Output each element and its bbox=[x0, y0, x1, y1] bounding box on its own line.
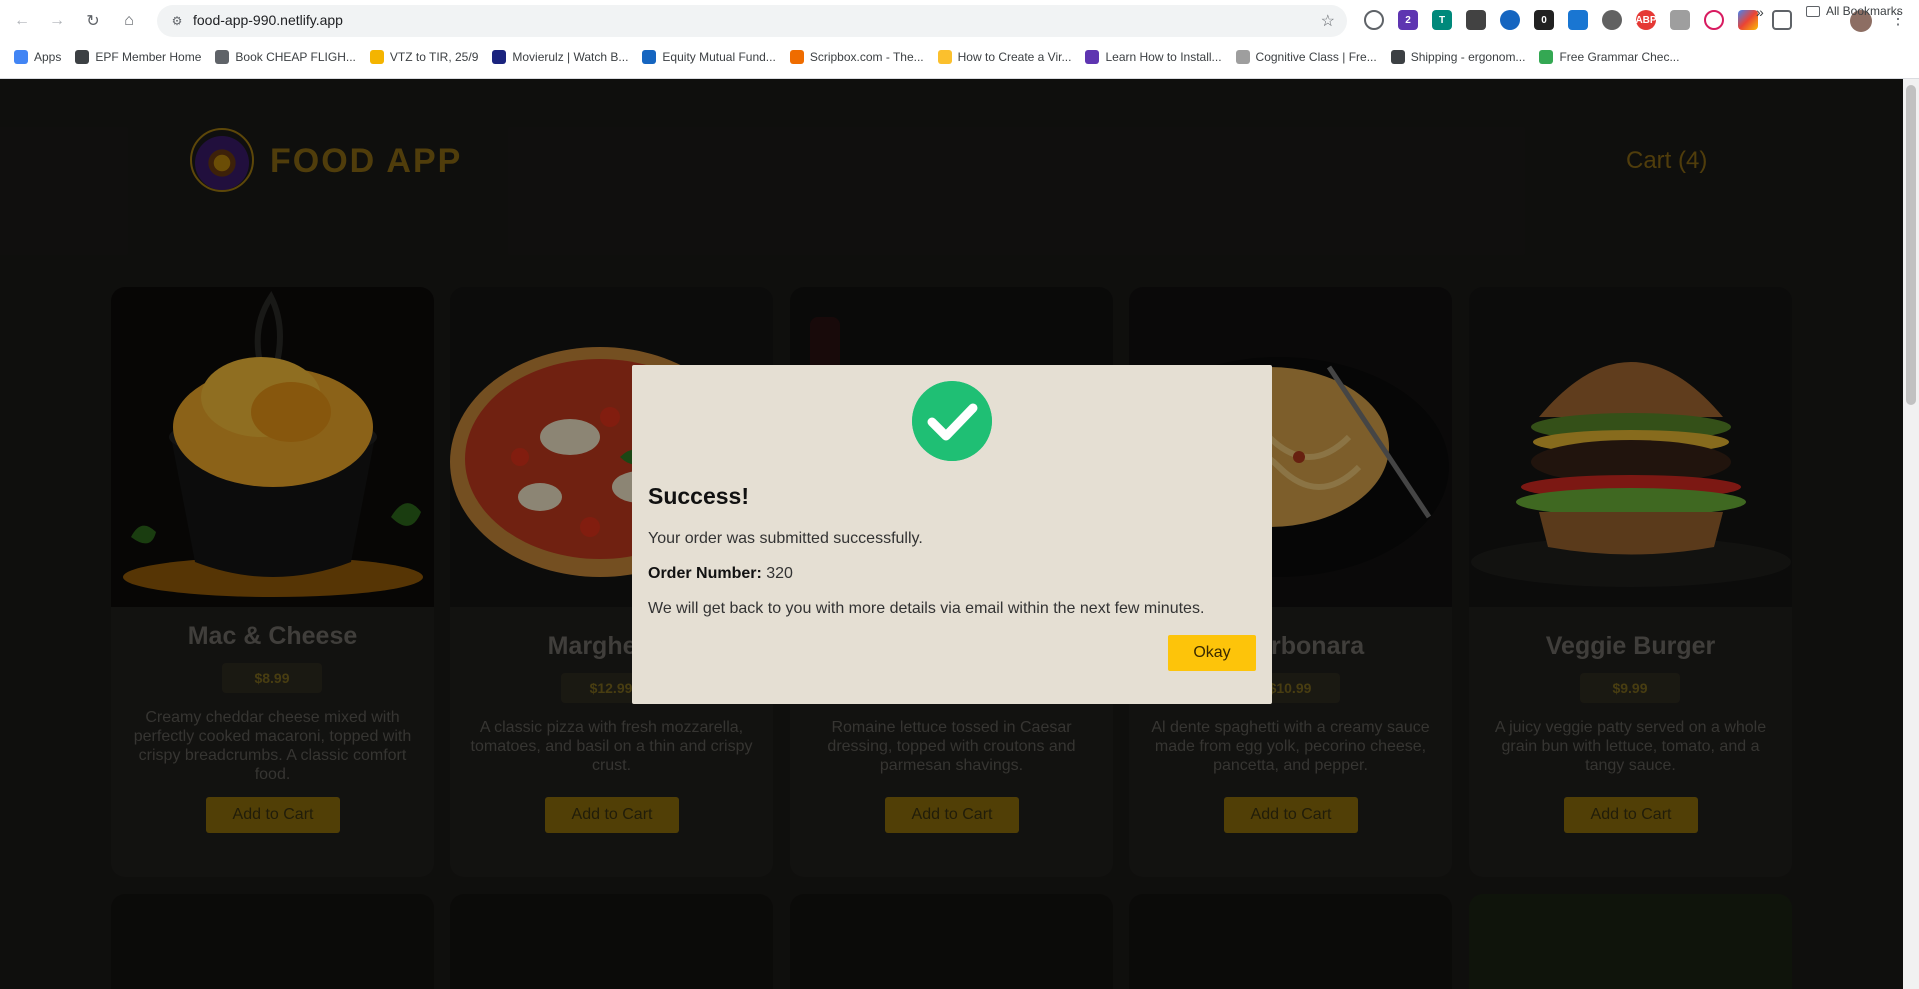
bookmark-item[interactable]: Equity Mutual Fund... bbox=[642, 50, 776, 64]
bookmark-favicon-icon bbox=[937, 50, 952, 64]
address-bar[interactable]: ⚙ food-app-990.netlify.app ☆ bbox=[157, 5, 1347, 37]
extension-icon[interactable]: 0 bbox=[1534, 10, 1554, 30]
bookmark-favicon-icon bbox=[369, 50, 384, 64]
bookmark-item[interactable]: VTZ to TIR, 25/9 bbox=[369, 50, 479, 64]
all-bookmarks[interactable]: All Bookmarks bbox=[1806, 4, 1903, 18]
extension-icon[interactable]: T bbox=[1432, 10, 1452, 30]
bookmark-item[interactable]: Shipping - ergonom... bbox=[1390, 50, 1526, 64]
site-info-icon[interactable]: ⚙ bbox=[169, 13, 185, 29]
bookmark-label: How to Create a Vir... bbox=[957, 50, 1072, 64]
bookmark-favicon-icon bbox=[1539, 50, 1554, 64]
extension-icon[interactable] bbox=[1704, 10, 1724, 30]
order-number-line: Order Number: 320 bbox=[648, 565, 793, 583]
bookmark-item[interactable]: Scripbox.com - The... bbox=[789, 50, 924, 64]
bookmark-item[interactable]: Cognitive Class | Fre... bbox=[1235, 50, 1377, 64]
bookmark-label: VTZ to TIR, 25/9 bbox=[389, 50, 479, 64]
bookmark-item[interactable]: Movierulz | Watch B... bbox=[492, 50, 628, 64]
adblock-icon[interactable]: ABP bbox=[1635, 10, 1657, 30]
grammarly-icon[interactable] bbox=[1364, 10, 1384, 30]
bookmark-label: Movierulz | Watch B... bbox=[512, 50, 629, 64]
success-modal: Success! Your order was submitted succes… bbox=[632, 365, 1272, 704]
extension-icon[interactable]: 2 bbox=[1398, 10, 1418, 30]
bookmark-favicon-icon bbox=[642, 50, 657, 64]
bookmark-item[interactable]: Learn How to Install... bbox=[1085, 50, 1222, 64]
bookmark-favicon-icon bbox=[1390, 50, 1405, 64]
scrollbar-thumb[interactable] bbox=[1906, 85, 1916, 405]
reload-icon[interactable]: ↻ bbox=[81, 9, 105, 33]
forward-icon[interactable]: → bbox=[45, 9, 69, 33]
bookmark-favicon-icon bbox=[492, 50, 507, 64]
bookmark-item[interactable]: Apps bbox=[14, 50, 61, 64]
bookmark-item[interactable]: Free Grammar Chec... bbox=[1539, 50, 1679, 64]
extension-icon[interactable] bbox=[1602, 10, 1622, 30]
bookmark-item[interactable]: Book CHEAP FLIGH... bbox=[215, 50, 356, 64]
bookmark-favicon-icon bbox=[215, 50, 230, 64]
puzzle-icon[interactable] bbox=[1772, 10, 1792, 30]
okay-button[interactable]: Okay bbox=[1168, 635, 1256, 671]
home-icon[interactable]: ⌂ bbox=[117, 9, 141, 33]
bookmark-label: Equity Mutual Fund... bbox=[662, 50, 776, 64]
all-bookmarks-label: All Bookmarks bbox=[1826, 4, 1903, 18]
modal-title: Success! bbox=[648, 483, 750, 509]
more-bookmarks-icon[interactable]: » bbox=[1756, 4, 1764, 20]
bookmark-item[interactable]: EPF Member Home bbox=[75, 50, 201, 64]
extension-icon[interactable] bbox=[1466, 10, 1486, 30]
back-icon[interactable]: ← bbox=[10, 9, 34, 33]
extension-icon[interactable] bbox=[1670, 10, 1690, 30]
bookmark-label: Scripbox.com - The... bbox=[809, 50, 924, 64]
bookmark-label: EPF Member Home bbox=[95, 50, 202, 64]
apps-grid-icon bbox=[14, 50, 28, 64]
bookmark-label: Apps bbox=[34, 50, 62, 64]
url-text: food-app-990.netlify.app bbox=[193, 12, 343, 28]
bookmark-label: Cognitive Class | Fre... bbox=[1255, 50, 1377, 64]
extension-icon[interactable] bbox=[1500, 10, 1520, 30]
bookmark-star-icon[interactable]: ☆ bbox=[1321, 11, 1335, 31]
modal-message: Your order was submitted successfully. bbox=[648, 530, 923, 547]
bookmark-label: Free Grammar Chec... bbox=[1559, 50, 1680, 64]
bookmark-favicon-icon bbox=[1085, 50, 1100, 64]
extension-icon[interactable] bbox=[1738, 10, 1758, 30]
page-scrollbar[interactable] bbox=[1903, 79, 1919, 989]
bookmark-label: Shipping - ergonom... bbox=[1410, 50, 1526, 64]
bookmarks-bar: Apps EPF Member Home Book CHEAP FLIGH... VT… bbox=[0, 44, 1919, 70]
bookmark-label: Book CHEAP FLIGH... bbox=[235, 50, 356, 64]
order-number-value: 320 bbox=[766, 565, 793, 582]
bookmark-label: Learn How to Install... bbox=[1105, 50, 1222, 64]
success-check-icon bbox=[912, 381, 992, 461]
browser-toolbar: ← → ↻ ⌂ ⚙ food-app-990.netlify.app ☆ 2 T… bbox=[0, 0, 1919, 79]
order-number-label: Order Number: bbox=[648, 565, 762, 582]
modal-followup: We will get back to you with more detail… bbox=[648, 600, 1205, 617]
folder-icon bbox=[1806, 5, 1820, 17]
bookmark-favicon-icon bbox=[1235, 50, 1250, 64]
extensions-row: 2 T 0 ABP bbox=[1364, 10, 1792, 32]
bookmark-favicon-icon bbox=[75, 50, 90, 64]
nav-row: ← → ↻ ⌂ ⚙ food-app-990.netlify.app ☆ 2 T… bbox=[0, 0, 1919, 42]
bookmark-favicon-icon bbox=[789, 50, 804, 64]
bookmark-item[interactable]: How to Create a Vir... bbox=[937, 50, 1072, 64]
extension-icon[interactable] bbox=[1568, 10, 1588, 30]
